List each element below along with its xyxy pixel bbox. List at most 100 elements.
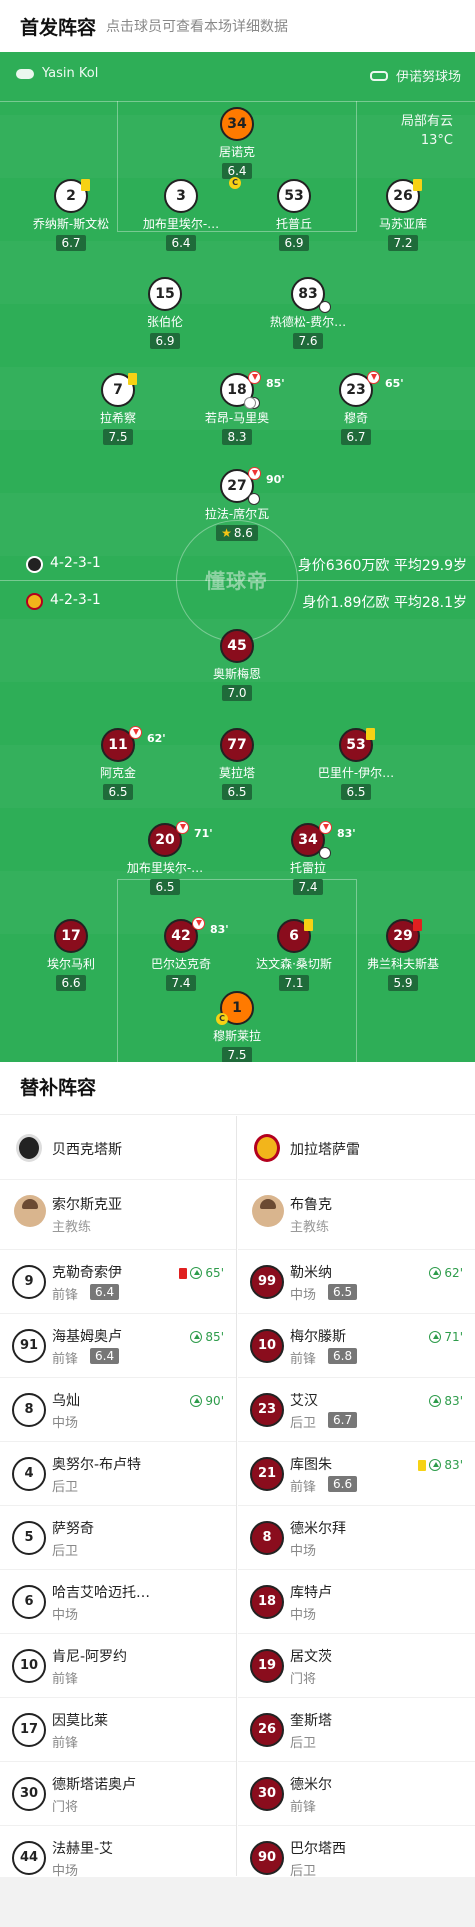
player-home[interactable]: 27 90' 拉法-席尔瓦 ★ 8.6	[177, 467, 297, 541]
player-home[interactable]: 2 乔纳斯-斯文松 6.7	[11, 179, 131, 251]
subs-title: 替补阵容	[0, 1062, 475, 1115]
player-home[interactable]: 53 托普丘 6.9	[234, 179, 354, 251]
player-rating: 8.3	[222, 429, 252, 445]
sub-minute: 71'	[194, 827, 213, 840]
player-number: 23	[346, 382, 366, 398]
player-number: 15	[155, 286, 175, 302]
player-home[interactable]: 7 拉希察 7.5	[58, 373, 178, 445]
sub-player-row[interactable]: 99 勒米纳 中场 6.5 62'	[238, 1250, 475, 1314]
sub-player-row[interactable]: 8 乌灿 中场 90'	[0, 1378, 236, 1442]
sub-player-row[interactable]: 23 艾汉 后卫 6.7 83'	[238, 1378, 475, 1442]
whistle-icon	[16, 68, 34, 79]
player-home[interactable]: 26 马苏亚库 7.2	[343, 179, 463, 251]
player-position: 前锋	[52, 1288, 79, 1303]
player-home[interactable]: 3 加布里埃尔-… 6.4	[121, 179, 241, 251]
away-coach-row[interactable]: 布鲁克 主教练	[238, 1180, 475, 1250]
player-number: 17	[12, 1713, 46, 1747]
player-away-gk[interactable]: 1C 穆斯莱拉 7.5	[177, 991, 297, 1062]
player-name: 穆奇	[343, 411, 368, 425]
sub-player-row[interactable]: 5 萨努奇 后卫	[0, 1506, 236, 1570]
player-rating: 6.4	[166, 235, 196, 251]
sub-player-row[interactable]: 4 奥努尔-布卢特 后卫	[0, 1442, 236, 1506]
player-number: 1	[232, 1000, 242, 1016]
player-away[interactable]: 6 达文森·桑切斯 7.1	[234, 919, 354, 991]
player-number: 3	[176, 188, 186, 204]
temperature: 13°C	[420, 133, 453, 148]
sub-player-row[interactable]: 9 克勒奇索伊 前锋 6.4 65'	[0, 1250, 236, 1314]
sub-in-icon	[429, 1267, 442, 1279]
player-name: 张伯伦	[146, 315, 183, 329]
sub-off-icon	[367, 371, 380, 384]
sub-player-row[interactable]: 30 德米尔 前锋	[238, 1762, 475, 1826]
sub-in-info: 85'	[190, 1330, 224, 1344]
player-home[interactable]: 15 张伯伦 6.9	[105, 277, 225, 349]
player-position: 后卫	[290, 1416, 317, 1431]
player-away[interactable]: 11 62' 阿克金 6.5	[58, 726, 178, 800]
sub-player-row[interactable]: 26 奎斯塔 后卫	[238, 1698, 475, 1762]
player-home[interactable]: 18 85' 若昂-马里奥 8.3	[177, 371, 297, 445]
sub-in-info: 62'	[429, 1266, 463, 1280]
player-name: 因莫比莱	[52, 1713, 108, 1729]
player-position: 中场	[52, 1608, 79, 1623]
player-number: 29	[393, 928, 413, 944]
player-home-gk[interactable]: 34 C 居诺克 6.4	[177, 107, 297, 189]
sub-player-row[interactable]: 8 德米尔拜 中场	[238, 1506, 475, 1570]
sub-in-info: 83'	[418, 1458, 463, 1472]
player-name: 库图朱	[290, 1457, 332, 1473]
player-name: 埃尔马利	[46, 957, 95, 971]
home-coach-row[interactable]: 索尔斯克亚 主教练	[0, 1180, 236, 1250]
player-number: 21	[250, 1457, 284, 1491]
best-rating: 8.6	[233, 526, 253, 540]
player-position: 后卫	[52, 1544, 79, 1559]
coach-avatar	[252, 1195, 284, 1227]
away-team-header[interactable]: 加拉塔萨雷	[238, 1116, 475, 1180]
player-home[interactable]: 23 65' 穆奇 6.7	[296, 371, 416, 445]
sub-player-row[interactable]: 91 海基姆奥卢 前锋 6.4 85'	[0, 1314, 236, 1378]
player-name: 乔纳斯-斯文松	[32, 217, 110, 231]
player-rating: 6.5	[328, 1284, 358, 1300]
player-away[interactable]: 29 弗兰科夫斯基 5.9	[343, 919, 463, 991]
player-away[interactable]: 34 83' 托雷拉 7.4	[248, 821, 368, 895]
player-away[interactable]: 17 埃尔马利 6.6	[11, 919, 131, 991]
player-name: 萨努奇	[52, 1521, 94, 1537]
player-away[interactable]: 20 71' 加布里埃尔-… 6.5	[105, 821, 225, 895]
sub-player-row[interactable]: 21 库图朱 前锋 6.6 83'	[238, 1442, 475, 1506]
player-number: 83	[298, 286, 318, 302]
player-rating: 6.7	[328, 1412, 358, 1428]
player-rating: 6.6	[328, 1476, 358, 1492]
sub-in-icon	[190, 1331, 203, 1343]
red-card-icon	[413, 919, 422, 931]
player-name: 梅尔滕斯	[290, 1329, 346, 1345]
player-away[interactable]: 42 83' 巴尔达克奇 7.4	[121, 917, 241, 991]
player-position: 后卫	[52, 1480, 79, 1495]
player-away[interactable]: 53 巴里什-伊尔… 6.5	[296, 728, 416, 800]
player-rating: 7.2	[388, 235, 418, 251]
sub-in-icon	[429, 1459, 442, 1471]
player-name: 马苏亚库	[378, 217, 427, 231]
sub-player-row[interactable]: 6 哈吉艾哈迈托… 中场	[0, 1570, 236, 1634]
sub-off-icon	[248, 467, 261, 480]
player-number: 42	[171, 928, 191, 944]
player-home[interactable]: 83 热德松-费尔… 7.6	[248, 277, 368, 349]
player-position: 后卫	[290, 1736, 317, 1751]
sub-player-row[interactable]: 19 居文茨 门将	[238, 1634, 475, 1698]
player-rating: 6.5	[341, 784, 371, 800]
player-away[interactable]: 45 奥斯梅恩 7.0	[177, 629, 297, 701]
sub-player-row[interactable]: 17 因莫比莱 前锋	[0, 1698, 236, 1762]
player-number: 91	[12, 1329, 46, 1363]
sub-player-row[interactable]: 10 肯尼-阿罗约 前锋	[0, 1634, 236, 1698]
player-number: 5	[12, 1521, 46, 1555]
player-rating: 6.9	[150, 333, 180, 349]
player-name: 弗兰科夫斯基	[366, 957, 439, 971]
player-number: 27	[227, 478, 247, 494]
player-rating: 7.5	[103, 429, 133, 445]
sub-player-row[interactable]: 10 梅尔滕斯 前锋 6.8 71'	[238, 1314, 475, 1378]
home-team-header[interactable]: 贝西克塔斯	[0, 1116, 236, 1180]
player-name: 奎斯塔	[290, 1713, 332, 1729]
player-position: 前锋	[52, 1736, 79, 1751]
player-name: 巴尔达克奇	[150, 957, 211, 971]
player-away[interactable]: 77 莫拉塔 6.5	[177, 728, 297, 800]
sub-player-row[interactable]: 30 德斯塔诺奥卢 门将	[0, 1762, 236, 1826]
player-rating: ★ 8.6	[216, 525, 258, 541]
sub-player-row[interactable]: 18 库特卢 中场	[238, 1570, 475, 1634]
